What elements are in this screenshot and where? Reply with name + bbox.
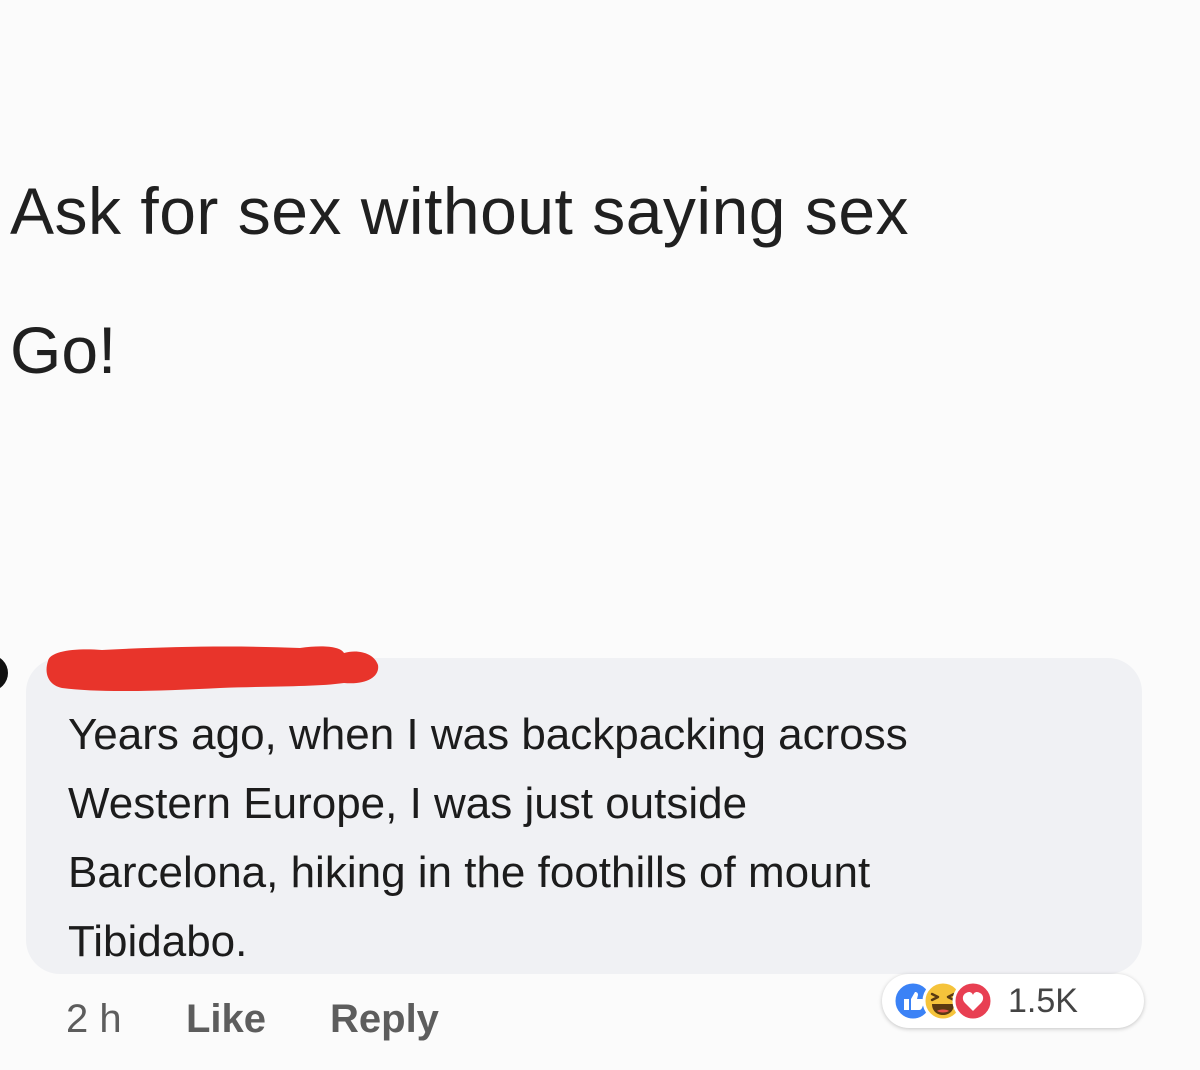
comment-line: Years ago, when I was backpacking across <box>68 710 908 759</box>
post-subtitle: Go! <box>10 313 117 387</box>
reaction-count: 1.5K <box>1008 982 1078 1020</box>
reply-button[interactable]: Reply <box>330 992 439 1046</box>
post-title: Ask for sex without saying sex <box>10 174 910 248</box>
love-reaction-icon <box>952 980 994 1022</box>
comment-line: Barcelona, hiking in the foothills of mo… <box>68 848 871 897</box>
like-button[interactable]: Like <box>186 992 266 1046</box>
comment-line: Western Europe, I was just outside <box>68 779 748 828</box>
comment-timestamp[interactable]: 2 h <box>66 992 122 1046</box>
commenter-name-redaction <box>46 646 379 692</box>
comment-line: Tibidabo. <box>68 917 248 966</box>
commenter-avatar[interactable] <box>0 655 8 691</box>
reactions-summary[interactable]: 1.5K <box>882 974 1144 1028</box>
comment-text: Years ago, when I was backpacking across… <box>68 700 1128 976</box>
